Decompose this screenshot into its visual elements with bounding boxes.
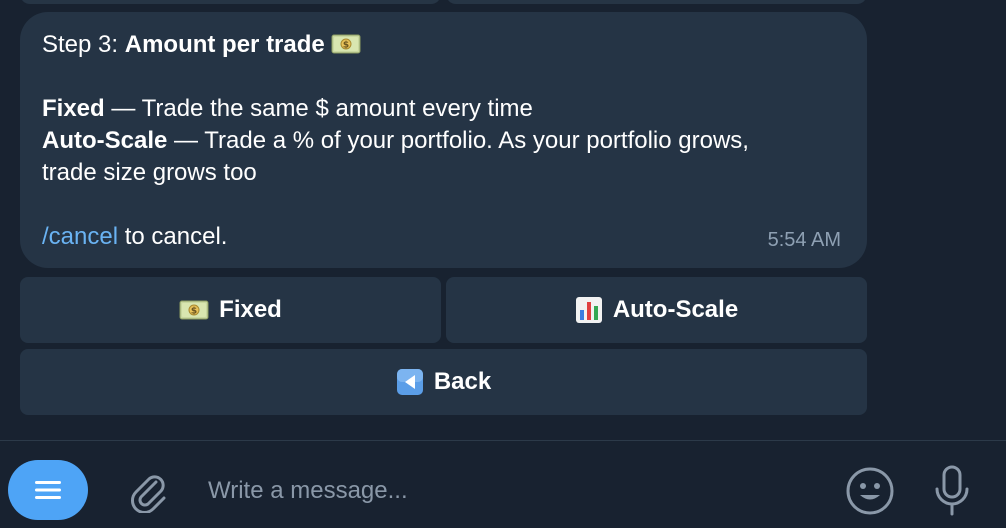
fixed-label: Fixed (42, 95, 105, 122)
bar-chart-icon (575, 296, 603, 324)
autoscale-desc-line1: — Trade a % of your portfolio. As your p… (167, 127, 749, 154)
cancel-command-link[interactable]: /cancel (42, 223, 118, 250)
emoji-button[interactable] (844, 465, 896, 517)
autoscale-label: Auto-Scale (42, 127, 168, 154)
fixed-button[interactable]: $ Fixed (20, 277, 441, 343)
fixed-button-label: Fixed (219, 296, 282, 323)
hamburger-menu-icon (34, 479, 62, 501)
previous-button-stub-right (446, 0, 867, 4)
smiley-icon (845, 466, 895, 516)
money-bills-icon: $ (179, 300, 209, 320)
svg-text:$: $ (343, 41, 349, 51)
step-heading: Step 3: Amount per trade $ (42, 29, 361, 61)
autoscale-button[interactable]: Auto-Scale (446, 277, 867, 343)
svg-text:$: $ (191, 307, 197, 317)
autoscale-button-label: Auto-Scale (612, 296, 739, 323)
fixed-description: Fixed — Trade the same $ amount every ti… (42, 93, 533, 125)
back-button-label: Back (433, 368, 492, 395)
message-composer (0, 441, 1006, 528)
step-title: Amount per trade (124, 31, 325, 58)
back-arrow-icon (396, 368, 424, 396)
menu-button[interactable] (8, 460, 88, 520)
autoscale-desc-line2: trade size grows too (42, 159, 257, 186)
previous-button-stub-left (20, 0, 441, 4)
step-prefix: Step 3: (42, 31, 125, 58)
money-bills-icon: $ (331, 31, 361, 54)
attach-button[interactable] (124, 467, 172, 515)
back-button[interactable]: Back (20, 349, 867, 415)
message-input[interactable] (208, 471, 808, 511)
voice-button[interactable] (930, 463, 974, 519)
paperclip-icon (126, 469, 170, 514)
autoscale-description-cont: trade size grows too (42, 157, 257, 189)
message-timestamp: 5:54 AM (767, 229, 841, 251)
microphone-icon (932, 464, 972, 518)
bot-message-bubble: Step 3: Amount per trade $ Fixed — Trade… (20, 12, 867, 268)
cancel-suffix: to cancel. (118, 223, 228, 250)
cancel-line: /cancel to cancel. (42, 221, 227, 253)
autoscale-description: Auto-Scale — Trade a % of your portfolio… (42, 125, 749, 157)
fixed-desc: — Trade the same $ amount every time (104, 95, 533, 122)
